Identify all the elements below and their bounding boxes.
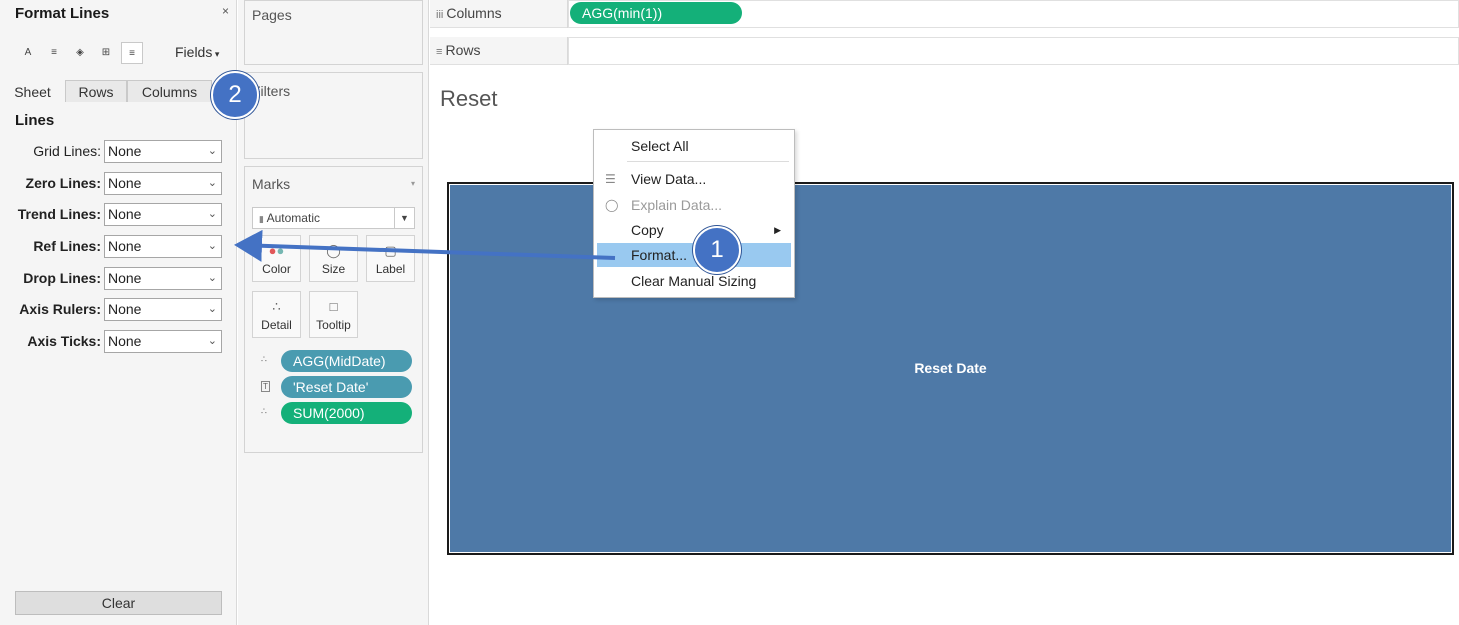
view-title: Reset [440, 86, 498, 111]
ref-lines-row: Ref Lines: None ⌄ [0, 235, 237, 259]
mark-label: Reset Date [914, 360, 987, 376]
axis-rulers-row: Axis Rulers: None ⌄ [0, 298, 237, 322]
text-icon: T [261, 381, 270, 392]
trend-lines-select[interactable]: None ⌄ [104, 203, 222, 226]
size-button[interactable]: ◯ Size [309, 235, 358, 282]
font-icon[interactable]: A [17, 42, 39, 64]
mark-pill-row: ∴ AGG(MidDate) [257, 350, 417, 372]
color-button[interactable]: ●● Color [252, 235, 301, 282]
tab-columns[interactable]: Columns [127, 80, 212, 102]
grid-lines-select[interactable]: None ⌄ [104, 140, 222, 163]
shading-icon[interactable]: ◈ [69, 42, 91, 64]
columns-shelf: iii Columns AGG(min(1)) [430, 0, 1459, 28]
format-pane: Format Lines × A ≡ ◈ ⊞ ≡ Fields ▾ Sheet … [0, 0, 237, 625]
grid-lines-label: Grid Lines: [33, 143, 101, 159]
menu-item-view-data[interactable]: ☰ View Data... [597, 167, 791, 191]
marks-card-title: Marks [252, 176, 291, 192]
label-icon: ▢ [384, 243, 397, 258]
field-pill[interactable]: AGG(MidDate) [281, 350, 412, 372]
submenu-arrow-icon: ▶ [774, 225, 781, 235]
zero-lines-label: Zero Lines: [25, 175, 101, 191]
tooltip-icon: □ [329, 299, 338, 314]
fields-dropdown[interactable]: Fields ▾ [175, 44, 219, 60]
ref-lines-select[interactable]: None ⌄ [104, 235, 222, 258]
chevron-down-icon: ⌄ [207, 145, 217, 157]
chevron-down-icon: ⌄ [207, 240, 217, 252]
trend-lines-row: Trend Lines: None ⌄ [0, 203, 237, 227]
grid-lines-row: Grid Lines: None ⌄ [0, 140, 237, 164]
drop-lines-select[interactable]: None ⌄ [104, 267, 222, 290]
bar-chart-icon: ▮ [259, 214, 264, 224]
trend-lines-label: Trend Lines: [17, 206, 101, 222]
marks-menu-icon[interactable]: ▾ [411, 179, 415, 188]
menu-item-copy[interactable]: Copy ▶ [597, 218, 791, 242]
filters-card[interactable]: Filters [244, 72, 423, 159]
chevron-down-icon: ⌄ [207, 303, 217, 315]
field-pill[interactable]: 'Reset Date' [281, 376, 412, 398]
cards-column: Pages Filters Marks ▾ ▮ Automatic ▼ ●● C… [238, 0, 429, 625]
color-icon: ●● [268, 243, 285, 258]
chevron-down-icon: ⌄ [207, 335, 217, 347]
tab-sheet[interactable]: Sheet [0, 80, 65, 102]
lightbulb-icon: ◯ [605, 198, 619, 212]
chevron-down-icon: ⌄ [207, 208, 217, 220]
context-menu: Select All ☰ View Data... ◯ Explain Data..… [593, 129, 795, 298]
rows-shelf-label: ≡ Rows [430, 37, 568, 65]
borders-icon[interactable]: ⊞ [95, 42, 117, 64]
marks-card: Marks ▾ ▮ Automatic ▼ ●● Color ◯ Size ▢ … [244, 166, 423, 453]
format-toolbar: A ≡ ◈ ⊞ ≡ Fields ▾ [0, 38, 237, 68]
drop-lines-label: Drop Lines: [23, 270, 101, 286]
detail-icon: ∴ [261, 354, 267, 364]
chevron-down-icon: ▼ [394, 208, 414, 228]
format-tabs: Sheet Rows Columns [0, 80, 237, 102]
menu-separator [627, 161, 789, 162]
rows-drop-zone[interactable] [568, 37, 1459, 65]
detail-button[interactable]: ∴ Detail [252, 291, 301, 338]
axis-rulers-label: Axis Rulers: [19, 301, 101, 317]
rows-shelf: ≡ Rows [430, 37, 1459, 65]
tab-rows[interactable]: Rows [65, 80, 127, 102]
pages-card[interactable]: Pages [244, 0, 423, 65]
menu-item-select-all[interactable]: Select All [597, 134, 791, 158]
label-button[interactable]: ▢ Label [366, 235, 415, 282]
detail-icon: ∴ [261, 406, 267, 416]
chevron-down-icon: ⌄ [207, 177, 217, 189]
menu-item-clear-manual-sizing[interactable]: Clear Manual Sizing [597, 269, 791, 293]
chevron-down-icon: ⌄ [207, 272, 217, 284]
mark-type-dropdown[interactable]: ▮ Automatic ▼ [252, 207, 415, 229]
field-pill[interactable]: SUM(2000) [281, 402, 412, 424]
clear-button[interactable]: Clear [15, 591, 222, 615]
alignment-icon[interactable]: ≡ [43, 42, 65, 64]
tooltip-button[interactable]: □ Tooltip [309, 291, 358, 338]
columns-pill[interactable]: AGG(min(1)) [570, 2, 742, 24]
detail-icon: ∴ [272, 299, 281, 314]
lines-icon[interactable]: ≡ [121, 42, 143, 64]
axis-rulers-select[interactable]: None ⌄ [104, 298, 222, 321]
axis-ticks-label: Axis Ticks: [27, 333, 101, 349]
zero-lines-select[interactable]: None ⌄ [104, 172, 222, 195]
table-icon: ☰ [605, 172, 616, 186]
mark-pill-row: T 'Reset Date' [257, 376, 417, 398]
step-2-badge: 2 [211, 71, 259, 119]
step-1-badge: 1 [693, 226, 741, 274]
menu-item-explain-data: ◯ Explain Data... [597, 193, 791, 217]
section-title: Lines [15, 112, 55, 129]
mark-pill-row: ∴ SUM(2000) [257, 402, 417, 424]
columns-icon: iii [436, 9, 447, 21]
ref-lines-label: Ref Lines: [33, 238, 101, 254]
format-pane-title: Format Lines [15, 5, 110, 22]
drop-lines-row: Drop Lines: None ⌄ [0, 267, 237, 291]
size-icon: ◯ [326, 243, 341, 258]
zero-lines-row: Zero Lines: None ⌄ [0, 172, 237, 196]
axis-ticks-row: Axis Ticks: None ⌄ [0, 330, 237, 354]
columns-shelf-label: iii Columns [430, 0, 568, 28]
axis-ticks-select[interactable]: None ⌄ [104, 330, 222, 353]
pages-card-title: Pages [252, 7, 292, 23]
close-icon[interactable]: × [222, 4, 229, 18]
